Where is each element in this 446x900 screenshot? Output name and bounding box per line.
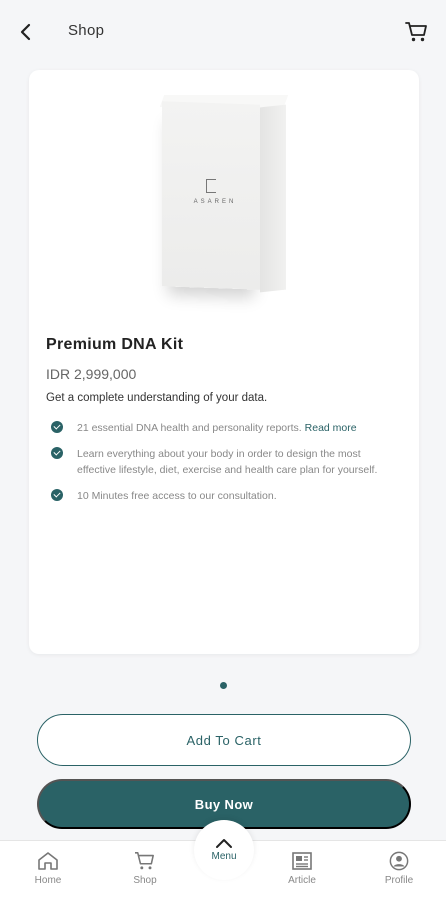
check-icon — [51, 421, 63, 433]
nav-item-profile[interactable]: Profile — [369, 851, 429, 886]
product-name: Premium DNA Kit — [46, 336, 184, 353]
carousel-indicator[interactable] — [220, 682, 227, 689]
check-icon — [51, 489, 63, 501]
check-icon — [51, 447, 63, 459]
nav-label: Home — [34, 875, 62, 886]
nav-item-shop[interactable]: Shop — [115, 851, 175, 886]
nav-label: Profile — [384, 875, 414, 886]
newspaper-icon — [292, 852, 312, 870]
nav-label: Shop — [133, 875, 157, 886]
app-header: Shop — [0, 0, 446, 64]
profile-icon — [389, 851, 409, 871]
product-price: IDR 2,999,000 — [46, 366, 137, 382]
cart-icon — [405, 22, 427, 42]
chevron-up-icon — [216, 839, 232, 848]
read-more-link[interactable]: Read more — [305, 422, 357, 434]
feature-item: Learn everything about your body in orde… — [51, 446, 401, 478]
box-brand-text: ASAREN — [193, 199, 237, 205]
menu-label: Menu — [211, 851, 237, 862]
chevron-left-icon — [20, 23, 31, 41]
feature-text: 10 Minutes free access to our consultati… — [77, 490, 277, 502]
product-image: ASAREN — [134, 95, 324, 320]
page-title: Shop — [68, 22, 105, 39]
home-icon — [38, 852, 58, 870]
feature-item: 21 essential DNA health and personality … — [51, 420, 401, 436]
nav-item-article[interactable]: Article — [272, 851, 332, 886]
menu-button[interactable]: Menu — [194, 820, 254, 880]
cart-button[interactable] — [404, 19, 430, 45]
back-button[interactable] — [14, 20, 38, 44]
nav-label: Article — [288, 875, 316, 886]
box-side — [260, 104, 286, 293]
add-to-cart-button[interactable]: Add To Cart — [37, 714, 411, 766]
feature-item: 10 Minutes free access to our consultati… — [51, 488, 401, 504]
box-front — [162, 101, 260, 290]
nav-item-home[interactable]: Home — [18, 851, 78, 886]
feature-list: 21 essential DNA health and personality … — [51, 420, 401, 514]
cart-icon — [135, 852, 154, 870]
brand-mark — [206, 179, 216, 193]
product-card: ASAREN Premium DNA Kit IDR 2,999,000 Get… — [29, 70, 419, 654]
product-tagline: Get a complete understanding of your dat… — [46, 392, 268, 404]
feature-text: Learn everything about your body in orde… — [77, 448, 378, 476]
feature-text: 21 essential DNA health and personality … — [77, 422, 357, 434]
